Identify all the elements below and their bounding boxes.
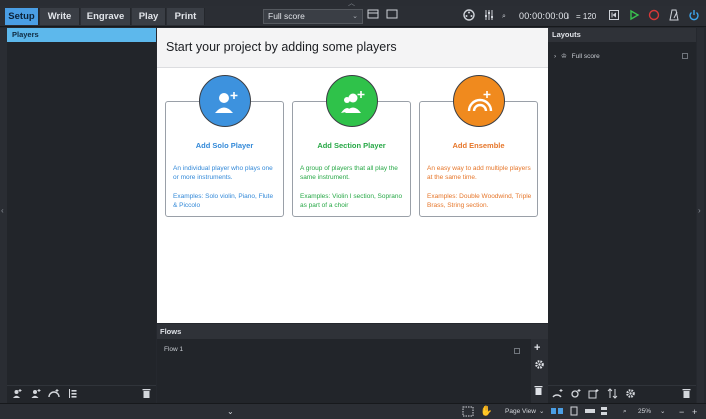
solo-player-icon	[199, 75, 251, 127]
layout-selector-value: Full score	[268, 11, 305, 21]
mixer-icon[interactable]	[482, 9, 496, 24]
tab-setup[interactable]: Setup	[5, 8, 39, 25]
players-panel: Players	[7, 28, 156, 403]
transport-time: 00:00:00:00	[519, 11, 569, 21]
flow-settings-icon[interactable]	[534, 359, 545, 373]
flows-panel-title[interactable]: Flows	[157, 324, 548, 339]
toolbar: Setup Write Engrave Play Print Full scor…	[0, 6, 706, 27]
chevron-down-icon: ⌄	[352, 13, 358, 20]
players-panel-title[interactable]: Players	[7, 28, 156, 42]
players-toolbar	[7, 385, 156, 403]
full-score-layout-icon: ♔	[560, 53, 567, 60]
play-icon[interactable]	[627, 9, 641, 24]
status-bar: ⌄ ✋ Page View ⌄ ⌕ 25% ⌄ − +	[0, 403, 706, 419]
layouts-toolbar	[548, 385, 696, 403]
tempo-value[interactable]: = 120	[570, 9, 596, 24]
start-heading: Start your project by adding some player…	[166, 40, 397, 54]
card-examples: Examples: Violin I section, Soprano as p…	[300, 193, 403, 209]
flow-item[interactable]: Flow 1	[164, 346, 183, 353]
power-icon[interactable]	[687, 9, 701, 24]
trash-icon[interactable]	[534, 385, 543, 399]
tab-play[interactable]: Play	[132, 8, 166, 25]
layout-item[interactable]: › ♔ Full score	[554, 52, 600, 60]
record-icon[interactable]	[647, 9, 661, 24]
card-title: Add Ensemble	[452, 141, 505, 150]
zoom-out-icon[interactable]: −	[679, 406, 684, 418]
card-title: Add Solo Player	[195, 141, 254, 150]
horizontal-pages-icon[interactable]	[584, 406, 596, 418]
start-project-area: Start your project by adding some player…	[157, 28, 548, 323]
start-heading-bar: Start your project by adding some player…	[157, 28, 548, 68]
chevron-down-icon[interactable]: ⌄	[539, 406, 544, 418]
card-description: An individual player who plays one or mo…	[173, 165, 273, 181]
add-section-player-icon[interactable]	[30, 388, 42, 402]
click-metronome-icon[interactable]	[667, 9, 681, 24]
vertical-pages-icon[interactable]	[599, 406, 609, 418]
selection-tool-icon[interactable]	[462, 406, 474, 418]
rewind-to-start-icon[interactable]	[607, 9, 621, 24]
add-layout-icon[interactable]	[552, 388, 564, 402]
card-description: An easy way to add multiple players at t…	[427, 165, 531, 181]
add-solo-player-icon[interactable]	[12, 388, 23, 402]
sort-layouts-icon[interactable]	[607, 388, 618, 402]
tab-print[interactable]: Print	[167, 8, 205, 25]
layout-item-label: Full score	[571, 53, 600, 60]
add-ensemble-icon[interactable]	[48, 388, 60, 402]
card-examples: Examples: Double Woodwind, Triple Brass,…	[427, 193, 532, 209]
app-window: ︿ Setup Write Engrave Play Print Full sc…	[0, 0, 706, 419]
spread-view-icon[interactable]	[550, 406, 564, 418]
flow-checkbox[interactable]	[514, 348, 520, 354]
card-description: A group of players that all play the sam…	[300, 165, 398, 181]
chevron-left-icon[interactable]: ‹	[1, 206, 4, 215]
chevron-down-icon[interactable]: ⌄	[660, 406, 665, 418]
group-players-icon[interactable]	[68, 388, 78, 402]
add-section-player-card[interactable]: Add Section Player A group of players th…	[292, 75, 411, 217]
keyboard-panel-icon[interactable]: ⌕	[499, 9, 509, 24]
tab-engrave[interactable]: Engrave	[81, 8, 131, 25]
layout-checkbox[interactable]	[682, 53, 688, 59]
zoom-in-icon[interactable]: +	[692, 406, 697, 418]
layouts-panel-title[interactable]: Layouts	[548, 28, 696, 42]
add-flow-icon[interactable]: +	[534, 342, 540, 354]
add-solo-player-card[interactable]: Add Solo Player An individual player who…	[165, 75, 284, 217]
page-view-icon[interactable]	[385, 9, 399, 24]
layout-settings-icon[interactable]	[625, 388, 636, 402]
card-examples: Examples: Solo violin, Piano, Flute & Pi…	[173, 193, 274, 209]
add-part-layout-icon[interactable]	[570, 388, 582, 402]
galley-view-icon[interactable]	[366, 9, 380, 24]
add-ensemble-card[interactable]: Add Ensemble An easy way to add multiple…	[419, 75, 538, 217]
zoom-level[interactable]: 25%	[638, 406, 651, 418]
tab-write[interactable]: Write	[40, 8, 80, 25]
trash-icon[interactable]	[142, 388, 151, 402]
card-title: Add Section Player	[317, 141, 386, 150]
zoom-icon: ⌕	[623, 408, 627, 415]
chevron-down-icon[interactable]: ⌄	[227, 406, 234, 418]
left-zone-toggle[interactable]: ‹	[0, 28, 7, 403]
flows-panel: Flows Flow 1 +	[157, 324, 548, 403]
add-custom-layout-icon[interactable]	[588, 388, 600, 402]
flows-toolbar: +	[531, 339, 548, 403]
section-player-icon	[326, 75, 378, 127]
hand-tool-icon[interactable]: ✋	[480, 406, 492, 418]
layouts-panel: Layouts › ♔ Full score	[548, 28, 696, 403]
layout-selector[interactable]: Full score ⌄	[263, 9, 363, 24]
trash-icon[interactable]	[682, 388, 691, 402]
chevron-right-icon[interactable]: ›	[698, 206, 701, 215]
video-reel-icon[interactable]	[462, 9, 476, 24]
ensemble-icon	[453, 75, 505, 127]
view-type-select[interactable]: Page View	[505, 406, 536, 418]
single-page-icon[interactable]	[569, 406, 579, 418]
right-zone-toggle[interactable]: ›	[697, 28, 704, 403]
chevron-right-icon[interactable]: ›	[554, 53, 556, 60]
